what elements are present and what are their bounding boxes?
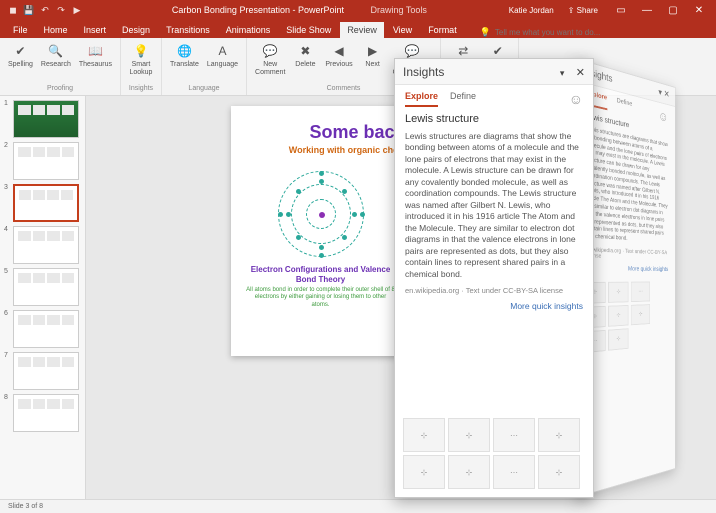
insights-more-link[interactable]: More quick insights xyxy=(405,301,583,311)
account-name[interactable]: Katie Jordan xyxy=(509,6,554,15)
ppt-icon: ◼ xyxy=(8,5,18,15)
feedback-smiley-icon[interactable]: ☺ xyxy=(569,91,583,107)
atom-diagram[interactable] xyxy=(276,169,366,259)
insights-tab-define[interactable]: Define xyxy=(450,91,476,107)
slide-col-left: Electron Configurations and Valence Bond… xyxy=(245,169,396,309)
thesaurus-icon: 📖 xyxy=(87,43,103,59)
slide-thumbnails-panel[interactable]: 1 2 3 4 5 6 7 8 xyxy=(0,96,86,499)
insights-image-thumb[interactable]: ⊹ xyxy=(538,418,580,452)
save-icon[interactable]: 💾 xyxy=(24,5,34,15)
delete-icon: ✖ xyxy=(297,43,313,59)
ribbon-options-icon[interactable]: ▭ xyxy=(610,5,632,16)
tell-me-input[interactable] xyxy=(495,28,615,37)
new-comment-icon: 💬 xyxy=(262,43,278,59)
tab-review[interactable]: Review xyxy=(340,22,384,38)
ribbon-group-proofing: ✔Spelling🔍Research📖Thesaurus Proofing xyxy=(0,38,121,95)
insights-image-thumb[interactable]: ⊹ xyxy=(403,455,445,489)
smart-lookup-button[interactable]: 💡SmartLookup xyxy=(127,42,155,77)
ribbon-group-label: Language xyxy=(168,85,240,93)
col1-desc[interactable]: All atoms bond in order to complete thei… xyxy=(245,287,396,309)
ribbon-group-label: Proofing xyxy=(6,85,114,93)
insights-image-thumb[interactable]: ⊹ xyxy=(403,418,445,452)
previous-button[interactable]: ◀Previous xyxy=(323,42,354,70)
slide-thumb-2[interactable]: 2 xyxy=(4,142,81,180)
title-bar: ◼ 💾 ↶ ↷ ▶ Carbon Bonding Presentation - … xyxy=(0,0,716,20)
spelling-button[interactable]: ✔Spelling xyxy=(6,42,35,70)
new-comment-button[interactable]: 💬NewComment xyxy=(253,42,287,77)
accept-icon: ✔ xyxy=(490,43,506,59)
insights-image-thumb[interactable]: ⋯ xyxy=(493,455,535,489)
minimize-icon[interactable]: — xyxy=(636,5,658,16)
insights-tab-explore[interactable]: Explore xyxy=(405,91,438,107)
thesaurus-button[interactable]: 📖Thesaurus xyxy=(77,42,114,70)
insights-title: Insights xyxy=(403,65,444,79)
translate-button[interactable]: 🌐Translate xyxy=(168,42,201,70)
insights-pane[interactable]: Insights ▾ ✕ Explore Define ☺ Lewis stru… xyxy=(394,58,594,498)
language-icon: A xyxy=(214,43,230,59)
undo-icon[interactable]: ↶ xyxy=(40,5,50,15)
insights-image-thumb[interactable]: ⊹ xyxy=(448,455,490,489)
insights-body: Lewis structures are diagrams that show … xyxy=(405,131,583,280)
slide-thumb-1[interactable]: 1 xyxy=(4,100,81,138)
insights-source: en.wikipedia.org · Text under CC-BY-SA l… xyxy=(405,286,583,295)
redo-icon[interactable]: ↷ xyxy=(56,5,66,15)
research-button[interactable]: 🔍Research xyxy=(39,42,73,70)
slide-indicator: Slide 3 of 8 xyxy=(8,503,43,510)
research-icon: 🔍 xyxy=(48,43,64,59)
insights-dropdown-icon[interactable]: ▾ xyxy=(560,68,565,78)
share-button[interactable]: ⇪ Share xyxy=(568,6,598,15)
window-title: Carbon Bonding Presentation - PowerPoint… xyxy=(90,5,509,15)
ribbon-group-insights: 💡SmartLookup Insights xyxy=(121,38,162,95)
slide-thumb-7[interactable]: 7 xyxy=(4,352,81,390)
slide-thumb-5[interactable]: 5 xyxy=(4,268,81,306)
tab-transitions[interactable]: Transitions xyxy=(159,22,217,38)
spelling-icon: ✔ xyxy=(12,43,28,59)
tab-home[interactable]: Home xyxy=(37,22,75,38)
next-icon: ▶ xyxy=(365,43,381,59)
slide-thumb-4[interactable]: 4 xyxy=(4,226,81,264)
lightbulb-icon: 💡 xyxy=(480,27,491,38)
maximize-icon[interactable]: ▢ xyxy=(662,5,684,16)
smart-lookup-icon: 💡 xyxy=(133,43,149,59)
insights-heading: Lewis structure xyxy=(405,113,583,125)
show-comments-icon: 💬 xyxy=(404,43,420,59)
previous-icon: ◀ xyxy=(331,43,347,59)
insights-close-icon[interactable]: ✕ xyxy=(576,67,585,79)
powerpoint-window: ◼ 💾 ↶ ↷ ▶ Carbon Bonding Presentation - … xyxy=(0,0,716,513)
ribbon-group-label: Insights xyxy=(127,85,155,93)
translate-icon: 🌐 xyxy=(176,43,192,59)
insights-image-thumb[interactable]: ⊹ xyxy=(448,418,490,452)
slide-thumb-3[interactable]: 3 xyxy=(4,184,81,222)
quick-access-toolbar: ◼ 💾 ↶ ↷ ▶ xyxy=(0,5,90,15)
ribbon-group-language: 🌐TranslateALanguage Language xyxy=(162,38,247,95)
tab-slideshow[interactable]: Slide Show xyxy=(279,22,338,38)
slide-thumb-6[interactable]: 6 xyxy=(4,310,81,348)
start-slideshow-icon[interactable]: ▶ xyxy=(72,5,82,15)
close-icon[interactable]: ✕ xyxy=(688,5,710,16)
insights-image-thumb[interactable]: ⋯ xyxy=(493,418,535,452)
slide-thumb-8[interactable]: 8 xyxy=(4,394,81,432)
insights-image-thumb[interactable]: ⊹ xyxy=(538,455,580,489)
tab-insert[interactable]: Insert xyxy=(77,22,114,38)
tab-view[interactable]: View xyxy=(386,22,419,38)
language-button[interactable]: ALanguage xyxy=(205,42,240,70)
tell-me-search[interactable]: 💡 xyxy=(466,27,710,38)
insights-image-results: ⊹ ⊹ ⋯ ⊹ ⊹ ⊹ ⋯ ⊹ xyxy=(395,414,593,497)
tab-format[interactable]: Format xyxy=(421,22,464,38)
tab-design[interactable]: Design xyxy=(115,22,157,38)
col1-title[interactable]: Electron Configurations and Valence Bond… xyxy=(245,265,396,284)
next-button[interactable]: ▶Next xyxy=(359,42,387,70)
compare-icon: ⇄ xyxy=(455,43,471,59)
status-bar: Slide 3 of 8 xyxy=(0,499,716,513)
ribbon-tabs: File Home Insert Design Transitions Anim… xyxy=(0,20,716,38)
tab-animations[interactable]: Animations xyxy=(219,22,278,38)
delete-button[interactable]: ✖Delete xyxy=(291,42,319,70)
tab-file[interactable]: File xyxy=(6,22,35,38)
